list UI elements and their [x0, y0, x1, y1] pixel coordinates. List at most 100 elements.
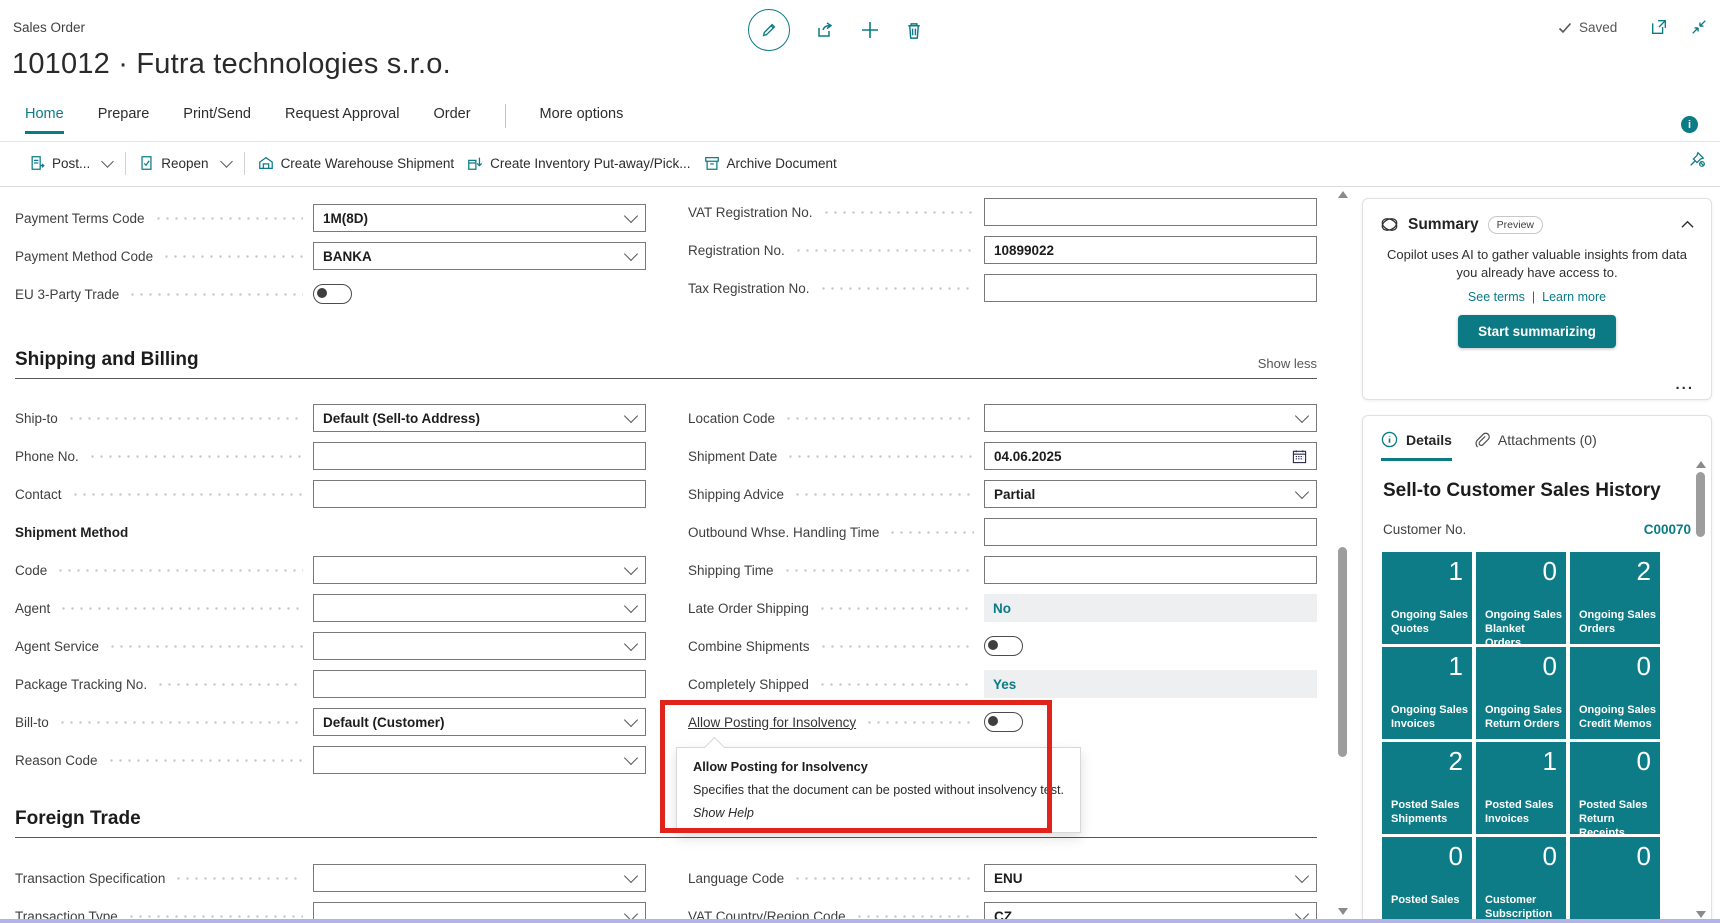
tile-ongoing-sales-blanket-orders[interactable]: 0 Ongoing Sales Blanket Orders — [1476, 552, 1566, 649]
field-row: Bill-to Default (Customer) — [15, 703, 646, 741]
sales-order-page: Sales Order 101012 · Futra technologies … — [0, 0, 1720, 923]
eu-3party-trade-toggle[interactable] — [313, 284, 352, 304]
copilot-summary-card: Summary Preview Copilot uses AI to gathe… — [1362, 198, 1712, 400]
tile-posted-sales-shipments[interactable]: 2 Posted Sales Shipments — [1382, 742, 1472, 834]
chevron-down-icon — [623, 750, 639, 765]
window-controls — [1650, 18, 1708, 36]
summary-title: Summary — [1408, 215, 1479, 233]
field-label: Shipping Advice — [688, 486, 785, 502]
field-label: Payment Method Code — [15, 248, 154, 264]
field-row: Agent Service — [15, 627, 646, 665]
tab-home[interactable]: Home — [25, 106, 64, 134]
learn-more-link[interactable]: Learn more — [1542, 290, 1606, 304]
scrollbar-thumb[interactable] — [1338, 547, 1347, 757]
main-scrollbar[interactable] — [1336, 188, 1349, 921]
field-row: Transaction Specification — [15, 859, 646, 897]
scroll-down-icon[interactable] — [1337, 908, 1348, 915]
post-dropdown-chevron[interactable] — [101, 154, 115, 168]
tile-extra[interactable]: 0 — [1570, 837, 1660, 923]
phone-no-input[interactable] — [313, 442, 646, 470]
bill-to-select[interactable]: Default (Customer) — [313, 708, 646, 736]
ship-to-select[interactable]: Default (Sell-to Address) — [313, 404, 646, 432]
field-row: Code — [15, 551, 646, 589]
allow-posting-for-insolvency-label[interactable]: Allow Posting for Insolvency — [688, 715, 856, 730]
scrollbar-thumb[interactable] — [1696, 472, 1705, 537]
see-terms-link[interactable]: See terms — [1468, 290, 1525, 304]
tab-more-options[interactable]: More options — [540, 106, 624, 131]
transaction-specification-select[interactable] — [313, 864, 646, 892]
scroll-up-icon[interactable] — [1337, 191, 1348, 198]
field-label: Late Order Shipping — [688, 600, 809, 616]
customer-no-link[interactable]: C00070 — [1644, 522, 1691, 537]
allow-posting-for-insolvency-toggle[interactable] — [984, 712, 1023, 732]
foreign-trade-section-header: Foreign Trade — [15, 808, 1317, 838]
info-icon[interactable]: i — [1681, 116, 1698, 133]
start-summarizing-button[interactable]: Start summarizing — [1458, 315, 1616, 349]
tab-details[interactable]: Details — [1381, 431, 1452, 461]
field-label: Tax Registration No. — [688, 280, 810, 296]
dot-leader — [59, 606, 303, 610]
tile-ongoing-sales-credit-memos[interactable]: 0 Ongoing Sales Credit Memos — [1570, 647, 1660, 739]
shipment-date-input[interactable]: 04.06.2025 — [984, 442, 1317, 470]
add-button[interactable] — [860, 20, 880, 40]
payment-terms-code-select[interactable]: 1M(8D) — [313, 204, 646, 232]
shipment-method-code-select[interactable] — [313, 556, 646, 584]
paperclip-icon — [1474, 432, 1490, 448]
dot-leader — [106, 758, 303, 762]
agent-select[interactable] — [313, 594, 646, 622]
calendar-icon[interactable] — [1292, 449, 1307, 464]
warehouse-shipment-icon — [258, 155, 274, 171]
tab-prepare[interactable]: Prepare — [98, 106, 150, 131]
foreign-trade-right-column: Language Code ENU VAT Country/Region Cod… — [688, 859, 1317, 923]
chevron-down-icon — [623, 208, 639, 223]
location-code-select[interactable] — [984, 404, 1317, 432]
combine-shipments-toggle[interactable] — [984, 636, 1023, 656]
unpin-button[interactable] — [1688, 150, 1706, 168]
summary-more-menu[interactable]: ... — [1675, 376, 1694, 393]
payment-method-code-select[interactable]: BANKA — [313, 242, 646, 270]
registration-no-input[interactable]: 10899022 — [984, 236, 1317, 264]
tab-print-send[interactable]: Print/Send — [183, 106, 251, 131]
reopen-dropdown-chevron[interactable] — [219, 154, 233, 168]
tile-posted-sales-invoices[interactable]: 1 Posted Sales Invoices — [1476, 742, 1566, 834]
tab-order[interactable]: Order — [433, 106, 470, 131]
tax-registration-no-input[interactable] — [984, 274, 1317, 302]
field-label: Agent Service — [15, 638, 100, 654]
share-button[interactable] — [815, 20, 835, 40]
shipping-time-input[interactable] — [984, 556, 1317, 584]
chevron-up-icon[interactable] — [1681, 220, 1694, 229]
reason-code-select[interactable] — [313, 746, 646, 774]
tile-ongoing-sales-quotes[interactable]: 1 Ongoing Sales Quotes — [1382, 552, 1472, 644]
details-scrollbar[interactable] — [1694, 458, 1707, 923]
tile-ongoing-sales-orders[interactable]: 2 Ongoing Sales Orders — [1570, 552, 1660, 644]
edit-button[interactable] — [748, 9, 790, 51]
package-tracking-no-input[interactable] — [313, 670, 646, 698]
show-help-link[interactable]: Show Help — [693, 806, 1064, 820]
tab-attachments[interactable]: Attachments (0) — [1474, 432, 1597, 461]
language-code-select[interactable]: ENU — [984, 864, 1317, 892]
tile-ongoing-sales-return-orders[interactable]: 0 Ongoing Sales Return Orders — [1476, 647, 1566, 739]
open-window-button[interactable] — [1650, 18, 1668, 36]
archive-document-button[interactable]: Archive Document — [704, 155, 837, 171]
delete-button[interactable] — [905, 21, 923, 40]
dot-leader — [784, 416, 974, 420]
create-inventory-putaway-pick-button[interactable]: Create Inventory Put-away/Pick... — [467, 155, 691, 171]
tile-posted-sales-return-receipts[interactable]: 0 Posted Sales Return Receipts — [1570, 742, 1660, 839]
tile-posted-sales-credit-memos[interactable]: 0 Posted Sales — [1382, 837, 1472, 923]
scroll-down-icon[interactable] — [1695, 911, 1706, 918]
chevron-down-icon — [623, 246, 639, 261]
shipping-advice-select[interactable]: Partial — [984, 480, 1317, 508]
tile-ongoing-sales-invoices[interactable]: 1 Ongoing Sales Invoices — [1382, 647, 1472, 739]
tile-customer-subscription[interactable]: 0 Customer Subscription — [1476, 837, 1566, 923]
create-warehouse-shipment-button[interactable]: Create Warehouse Shipment — [258, 155, 454, 171]
vat-registration-no-input[interactable] — [984, 198, 1317, 226]
scroll-up-icon[interactable] — [1695, 461, 1706, 468]
tab-request-approval[interactable]: Request Approval — [285, 106, 399, 131]
reopen-button[interactable]: Reopen — [139, 155, 209, 171]
outbound-whse-handling-time-input[interactable] — [984, 518, 1317, 546]
agent-service-select[interactable] — [313, 632, 646, 660]
show-less-link[interactable]: Show less — [1258, 356, 1317, 371]
contact-input[interactable] — [313, 480, 646, 508]
post-button[interactable]: Post... — [30, 155, 90, 171]
collapse-button[interactable] — [1690, 18, 1708, 36]
